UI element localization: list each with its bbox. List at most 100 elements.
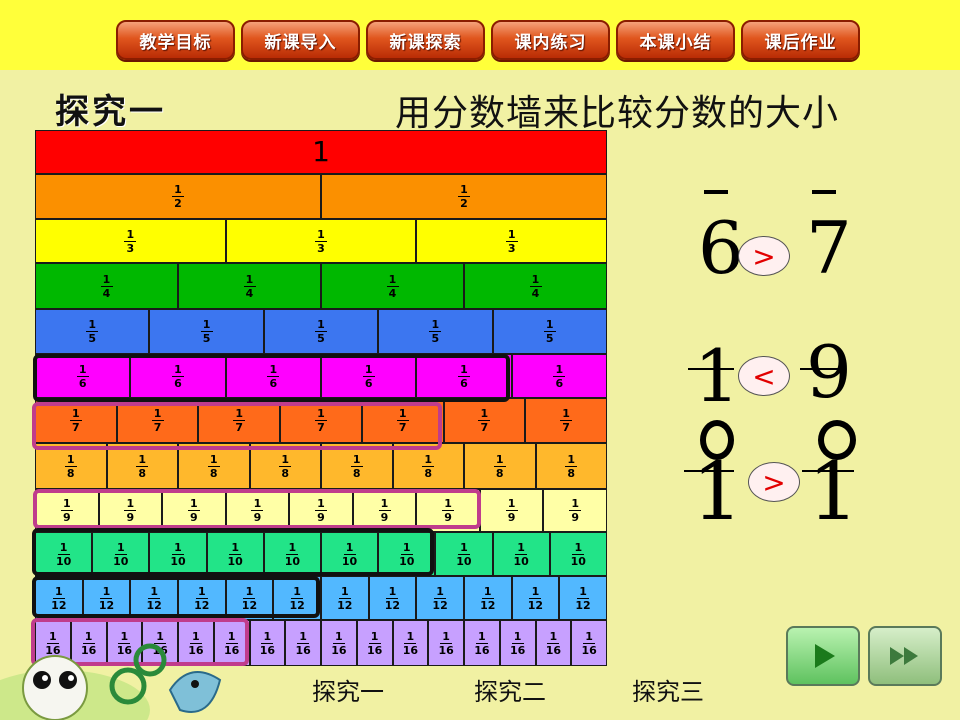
fraction-cell-1-9[interactable]: 19: [289, 489, 353, 532]
fraction-cell-1-2[interactable]: 12: [35, 174, 321, 219]
fraction-cell-1-10[interactable]: 1 10: [206, 532, 264, 576]
fraction-cell-1-7[interactable]: 17: [525, 398, 607, 443]
fraction-cell-1-12[interactable]: 1 12: [511, 576, 560, 620]
fraction-cell-1-5[interactable]: 15: [263, 309, 379, 354]
fraction-cell-1-7[interactable]: 17: [198, 398, 281, 443]
nav-button-explore[interactable]: 新课探索: [366, 20, 485, 60]
fraction-cell-1-16[interactable]: 1 16: [499, 620, 536, 666]
fraction-cell-1-12[interactable]: 1 12: [416, 576, 464, 620]
fraction-cell-1-10[interactable]: 1 10: [92, 532, 150, 576]
fraction-cell-1-10[interactable]: 1 10: [35, 532, 93, 576]
fraction-cell-1-8[interactable]: 18: [106, 443, 178, 489]
fraction-cell-1-16[interactable]: 1 16: [356, 620, 393, 666]
comparison-1-symbol[interactable]: >: [738, 236, 790, 276]
fraction-label: 19: [60, 498, 73, 523]
fraction-cell-1-7[interactable]: 17: [280, 398, 362, 443]
fraction-cell-1-7[interactable]: 17: [35, 398, 117, 443]
fraction-label: 16: [457, 364, 470, 389]
fraction-label: 1 16: [331, 629, 347, 657]
fraction-cell-1-8[interactable]: 18: [178, 443, 250, 489]
fraction-cell-1-4[interactable]: 14: [178, 263, 321, 309]
fraction-cell-1-8[interactable]: 18: [249, 443, 321, 489]
fraction-cell-1-16[interactable]: 1 16: [464, 620, 500, 666]
fraction-cell-1-6[interactable]: 16: [416, 354, 512, 398]
fraction-cell-1-8[interactable]: 18: [321, 443, 393, 489]
fraction-cell-1-16[interactable]: 1 16: [249, 620, 286, 666]
fraction-label: 1 12: [575, 584, 591, 612]
fraction-cell-1-5[interactable]: 15: [378, 309, 493, 354]
fraction-cell-1-2[interactable]: 12: [321, 174, 607, 219]
fraction-cell-1-12[interactable]: 1 12: [559, 576, 607, 620]
fraction-cell-1-7[interactable]: 17: [361, 398, 444, 443]
fraction-cell-1-10[interactable]: 1 10: [320, 532, 379, 576]
fraction-cell-1-8[interactable]: 18: [35, 443, 107, 489]
fraction-cell-1-16[interactable]: 1 16: [285, 620, 321, 666]
fraction-cell-1-6[interactable]: 16: [320, 354, 417, 398]
fraction-cell-1-4[interactable]: 14: [464, 263, 607, 309]
fraction-cell-1-16[interactable]: 1 16: [571, 620, 607, 666]
nav-button-summary[interactable]: 本课小结: [616, 20, 735, 60]
fraction-cell-1-8[interactable]: 18: [464, 443, 536, 489]
fraction-cell-1-5[interactable]: 15: [492, 309, 607, 354]
fraction-cell-1-10[interactable]: 1 10: [263, 532, 321, 576]
footer-link-explore-2[interactable]: 探究二: [474, 672, 546, 707]
fraction-cell-1-16[interactable]: 1 16: [321, 620, 357, 666]
fraction-label: 17: [478, 408, 491, 433]
fraction-cell-1-9[interactable]: 19: [352, 489, 417, 532]
fraction-label: 12: [172, 184, 184, 209]
fraction-cell-1-16[interactable]: 1 16: [428, 620, 464, 666]
fraction-cell-1-7[interactable]: 17: [116, 398, 199, 443]
fraction-cell-1-3[interactable]: 13: [225, 219, 417, 263]
fraction-cell-1-3[interactable]: 13: [35, 219, 226, 263]
fraction-cell-1-9[interactable]: 19: [225, 489, 290, 532]
comparison-2-symbol[interactable]: <: [738, 356, 790, 396]
fraction-cell-1-10[interactable]: 1 10: [492, 532, 550, 576]
nav-button-homework[interactable]: 课后作业: [741, 20, 860, 60]
fraction-cell-1-10[interactable]: 1 10: [549, 532, 607, 576]
fraction-cell-1-12[interactable]: 1 12: [368, 576, 417, 620]
nav-button-intro[interactable]: 新课导入: [241, 20, 360, 60]
footer-link-explore-1[interactable]: 探究一: [312, 672, 384, 707]
comparison-3-symbol[interactable]: >: [748, 462, 800, 502]
fraction-cell-1-16[interactable]: 1 16: [392, 620, 429, 666]
footer-link-explore-3[interactable]: 探究三: [632, 672, 704, 707]
fraction-cell-1-9[interactable]: 19: [35, 489, 99, 532]
fraction-cell-1-9[interactable]: 19: [543, 489, 607, 532]
fraction-cell-1-9[interactable]: 19: [98, 489, 163, 532]
fast-forward-button[interactable]: [868, 626, 942, 686]
fraction-cell-1-8[interactable]: 18: [392, 443, 464, 489]
fraction-cell-1-9[interactable]: 19: [479, 489, 544, 532]
fraction-cell-1-4[interactable]: 14: [321, 263, 464, 309]
fraction-label: 1 10: [456, 540, 472, 568]
fraction-cell-1-8[interactable]: 18: [535, 443, 607, 489]
fraction-cell-1-5[interactable]: 15: [35, 309, 150, 354]
fraction-cell-1-6[interactable]: 16: [130, 354, 226, 398]
fraction-cell-1-10[interactable]: 1 10: [378, 532, 436, 576]
fraction-cell-whole[interactable]: 1: [35, 130, 607, 174]
fraction-cell-1-9[interactable]: 19: [162, 489, 226, 532]
fraction-cell-1-12[interactable]: 1 12: [273, 576, 321, 620]
fraction-cell-1-12[interactable]: 1 12: [320, 576, 369, 620]
play-button[interactable]: [786, 626, 860, 686]
comparison-3-right-loop: [818, 420, 856, 460]
fraction-cell-1-3[interactable]: 13: [416, 219, 607, 263]
fraction-cell-1-10[interactable]: 1 10: [435, 532, 493, 576]
fraction-label: 18: [422, 454, 435, 479]
fraction-label: 17: [314, 408, 327, 433]
nav-button-practice[interactable]: 课内练习: [491, 20, 610, 60]
nav-button-goals[interactable]: 教学目标: [116, 20, 235, 60]
comparison-3-line-left: [684, 470, 734, 472]
fraction-cell-1-6[interactable]: 16: [35, 354, 131, 398]
fraction-cell-1-4[interactable]: 14: [35, 263, 178, 309]
fraction-cell-1-7[interactable]: 17: [443, 398, 526, 443]
fraction-cell-1-16[interactable]: 1 16: [535, 620, 572, 666]
fraction-label: 17: [233, 408, 246, 433]
fraction-label: 16: [171, 364, 184, 389]
fraction-cell-1-9[interactable]: 19: [416, 489, 480, 532]
fraction-cell-1-12[interactable]: 1 12: [463, 576, 512, 620]
fraction-cell-1-6[interactable]: 16: [511, 354, 607, 398]
fraction-cell-1-10[interactable]: 1 10: [149, 532, 207, 576]
fraction-cell-1-5[interactable]: 15: [149, 309, 264, 354]
fraction-cell-1-6[interactable]: 16: [225, 354, 321, 398]
fraction-label: 1 12: [289, 584, 305, 612]
